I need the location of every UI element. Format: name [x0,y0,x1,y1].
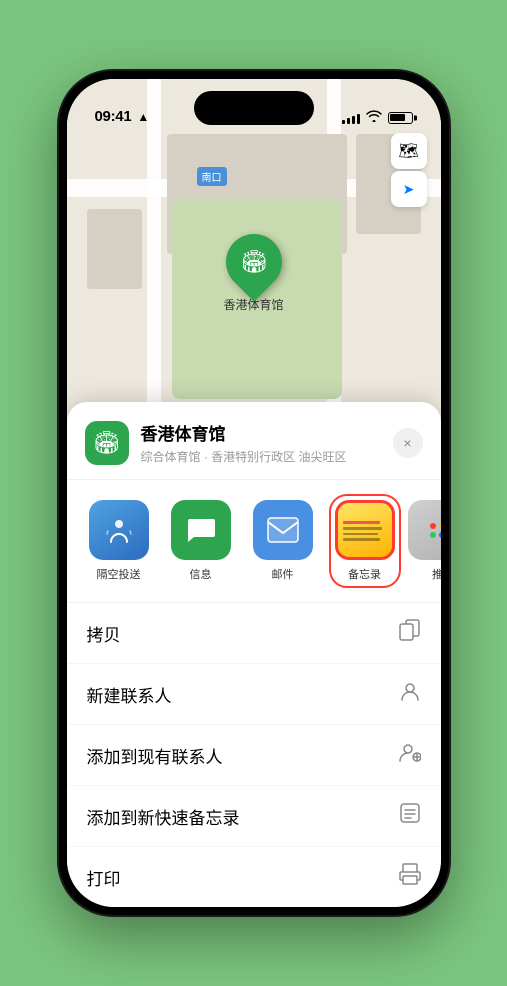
map-pin[interactable]: 🏟 香港体育馆 [223,234,283,313]
add-existing-icon [399,741,421,769]
pin-circle: 🏟 [214,222,293,301]
wifi-icon [366,110,382,125]
venue-emoji: 🏟 [93,430,121,456]
map-location-button[interactable]: ➤ [391,171,427,207]
action-add-note-label: 添加到新快速备忘录 [87,804,240,829]
share-item-messages[interactable]: 信息 [167,500,235,582]
more-icon-wrap [408,500,441,560]
action-copy[interactable]: 拷贝 [67,603,441,664]
action-new-contact-label: 新建联系人 [87,682,172,707]
share-item-mail[interactable]: 邮件 [249,500,317,582]
notes-content [338,503,392,557]
action-add-existing[interactable]: 添加到现有联系人 [67,725,441,786]
phone-frame: 09:41 ▲ [59,71,449,915]
copy-icon [399,619,421,647]
action-add-note[interactable]: 添加到新快速备忘录 [67,786,441,847]
signal-bar-4 [357,114,360,124]
map-controls: 🗺 ➤ [391,133,427,207]
dot-red [430,523,436,529]
map-entrance-label: 南口 [197,167,227,186]
battery-icon [388,112,413,124]
messages-icon-wrap [171,500,231,560]
dot-blue [439,532,441,538]
share-item-more[interactable]: 推 [413,500,441,582]
venue-name: 香港体育馆 [141,420,393,445]
signal-bars [342,112,360,124]
print-icon [399,863,421,891]
status-time: 09:41 [95,108,132,125]
airdrop-icon-wrap [89,500,149,560]
map-layers-icon: 🗺 [398,141,418,161]
location-icon: ▲ [137,110,149,124]
airdrop-label: 隔空投送 [97,566,141,582]
notes-icon-wrap [335,500,395,560]
add-note-icon [399,802,421,830]
venue-header: 🏟 香港体育馆 综合体育馆 · 香港特别行政区 油尖旺区 × [67,402,441,480]
close-icon: × [403,435,411,451]
venue-info: 香港体育馆 综合体育馆 · 香港特别行政区 油尖旺区 [141,420,393,465]
venue-icon: 🏟 [85,421,129,465]
phone-screen: 09:41 ▲ [67,79,441,907]
action-new-contact[interactable]: 新建联系人 [67,664,441,725]
bottom-sheet: 🏟 香港体育馆 综合体育馆 · 香港特别行政区 油尖旺区 × [67,402,441,907]
signal-bar-1 [342,120,345,124]
action-list: 拷贝 新建联系人 [67,603,441,907]
dot-yellow [439,523,441,529]
share-item-airdrop[interactable]: 隔空投送 [85,500,153,582]
pin-icon: 🏟 [240,249,268,275]
dynamic-island [194,91,314,125]
new-contact-icon [399,680,421,708]
action-print-label: 打印 [87,865,121,890]
close-button[interactable]: × [393,428,423,458]
venue-subtitle: 综合体育馆 · 香港特别行政区 油尖旺区 [141,448,393,465]
mail-label: 邮件 [272,566,294,582]
dot-green [430,532,436,538]
action-add-existing-label: 添加到现有联系人 [87,743,223,768]
share-item-notes[interactable]: 备忘录 [331,496,399,586]
action-copy-label: 拷贝 [87,621,121,646]
signal-bar-3 [352,116,355,124]
signal-bar-2 [347,118,350,124]
map-building-2 [87,209,142,289]
messages-label: 信息 [190,566,212,582]
share-row: 隔空投送 信息 [67,480,441,603]
battery-fill [390,114,405,121]
notes-label: 备忘录 [348,566,381,582]
mail-icon-wrap [253,500,313,560]
map-location-icon: ➤ [403,181,415,198]
map-layers-button[interactable]: 🗺 [391,133,427,169]
more-label: 推 [432,566,441,582]
action-print[interactable]: 打印 [67,847,441,907]
status-icons [342,110,413,125]
more-dots [430,523,441,538]
